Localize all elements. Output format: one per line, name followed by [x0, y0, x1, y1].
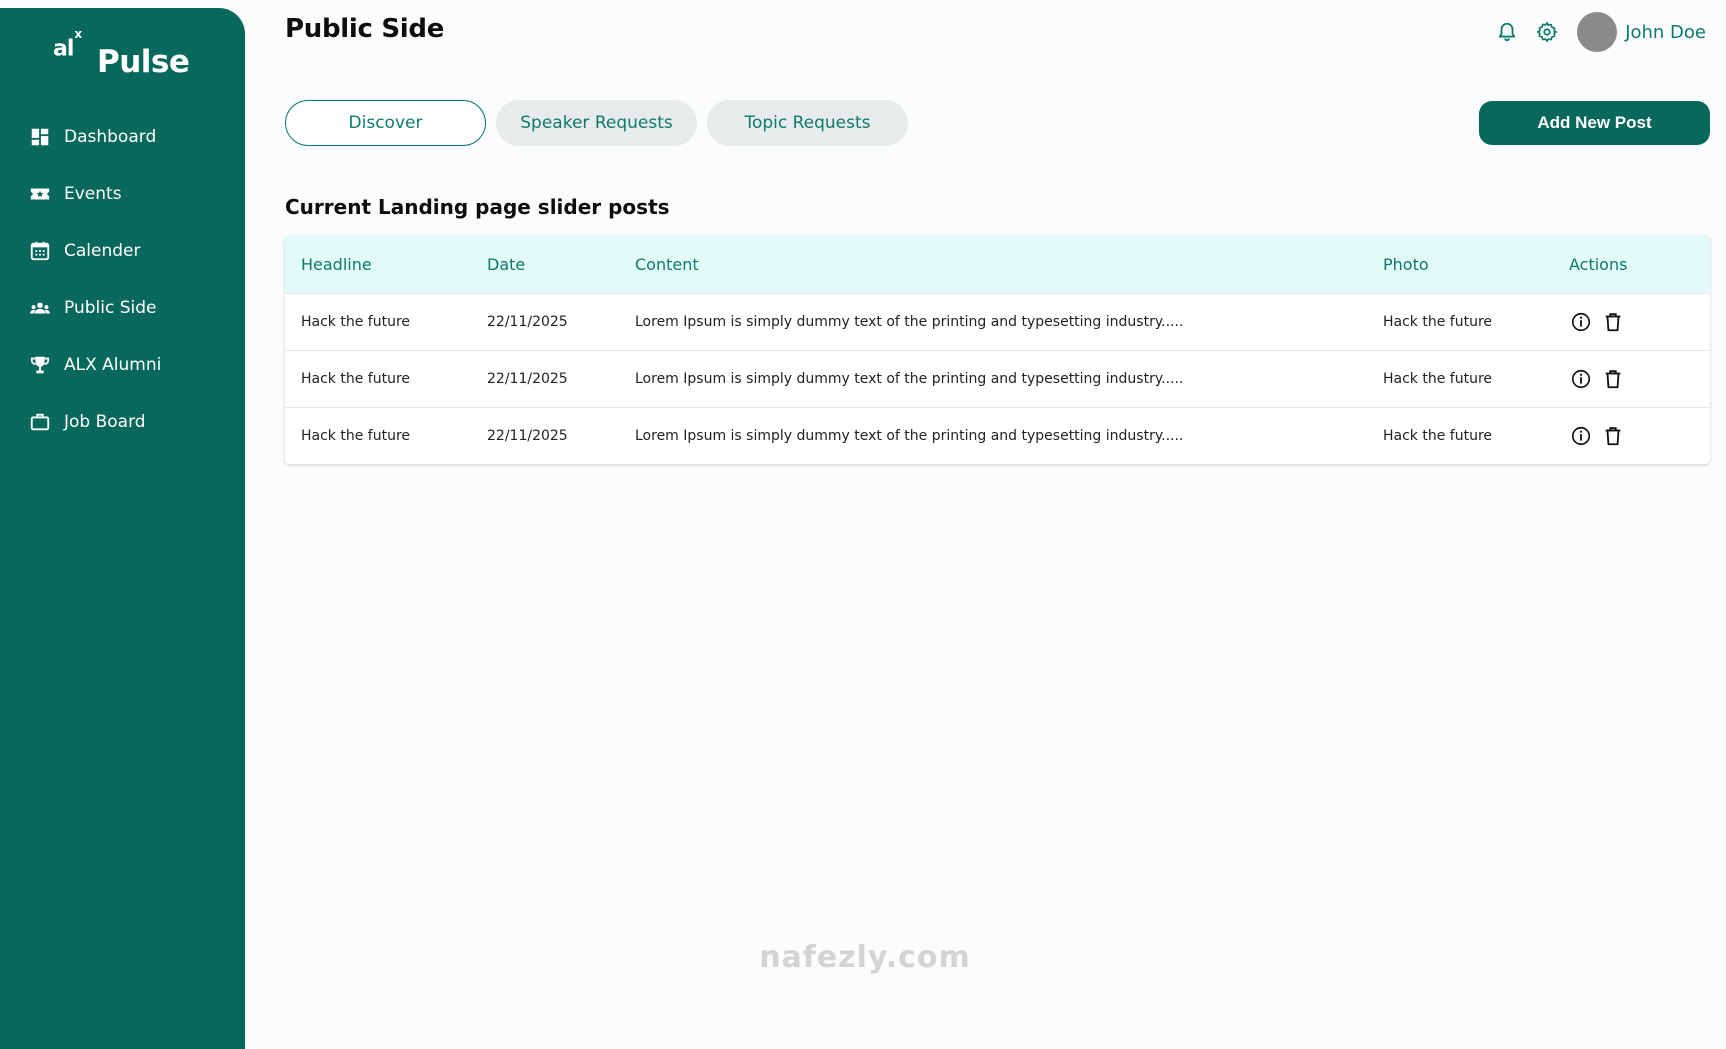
sidebar-item-label: Job Board — [64, 411, 146, 432]
column-header-actions: Actions — [1569, 254, 1628, 274]
briefcase-icon — [28, 410, 52, 434]
sidebar-item-job-board[interactable]: Job Board — [0, 393, 245, 450]
watermark: nafezly.com — [740, 940, 990, 975]
info-icon[interactable] — [1569, 310, 1593, 334]
column-header-content: Content — [635, 254, 699, 274]
trash-icon[interactable] — [1601, 367, 1625, 391]
sidebar-nav: Dashboard Events Calender Public Side AL… — [0, 108, 245, 450]
trash-icon[interactable] — [1601, 424, 1625, 448]
cell-photo: Hack the future — [1367, 292, 1553, 350]
page-title: Public Side — [285, 14, 445, 44]
info-icon[interactable] — [1569, 424, 1593, 448]
sidebar: alx Pulse Dashboard Events Calender Publ… — [0, 8, 245, 1049]
sidebar-item-label: Public Side — [64, 297, 157, 318]
dashboard-icon — [28, 125, 52, 149]
cell-headline: Hack the future — [285, 349, 471, 407]
sidebar-item-label: Calender — [64, 240, 141, 261]
cell-content: Lorem Ipsum is simply dummy text of the … — [619, 349, 1367, 407]
cell-date: 22/11/2025 — [471, 292, 619, 350]
sidebar-item-public-side[interactable]: Public Side — [0, 279, 245, 336]
info-icon[interactable] — [1569, 367, 1593, 391]
bell-icon[interactable] — [1495, 20, 1519, 44]
trophy-icon — [28, 353, 52, 377]
sidebar-item-label: Dashboard — [64, 126, 157, 147]
gear-icon[interactable] — [1535, 20, 1559, 44]
cell-date: 22/11/2025 — [471, 349, 619, 407]
cell-date: 22/11/2025 — [471, 406, 619, 464]
column-header-headline: Headline — [301, 254, 372, 274]
user-name[interactable]: John Doe — [1625, 22, 1706, 43]
cell-headline: Hack the future — [285, 406, 471, 464]
table-row: Hack the future 22/11/2025 Lorem Ipsum i… — [285, 349, 1710, 407]
tab-discover[interactable]: Discover — [285, 100, 486, 146]
sidebar-item-alx-alumni[interactable]: ALX Alumni — [0, 336, 245, 393]
tab-speaker-requests[interactable]: Speaker Requests — [496, 100, 697, 146]
alx-logo: alx — [53, 27, 82, 62]
avatar[interactable] — [1577, 12, 1618, 52]
cell-actions — [1553, 406, 1710, 464]
watermark-text: nafezly.com — [759, 940, 971, 975]
header-user-area: John Doe — [1495, 12, 1706, 52]
cell-content: Lorem Ipsum is simply dummy text of the … — [619, 406, 1367, 464]
cell-actions — [1553, 349, 1710, 407]
cell-content: Lorem Ipsum is simply dummy text of the … — [619, 292, 1367, 350]
sidebar-item-calender[interactable]: Calender — [0, 222, 245, 279]
ticket-icon — [28, 182, 52, 206]
calendar-icon — [28, 239, 52, 263]
sidebar-item-label: ALX Alumni — [64, 354, 162, 375]
sidebar-item-events[interactable]: Events — [0, 165, 245, 222]
tab-bar: Discover Speaker Requests Topic Requests — [285, 100, 918, 146]
column-header-photo: Photo — [1383, 254, 1429, 274]
trash-icon[interactable] — [1601, 310, 1625, 334]
table-row: Hack the future 22/11/2025 Lorem Ipsum i… — [285, 406, 1710, 464]
brand-name: Pulse — [97, 44, 190, 80]
tab-topic-requests[interactable]: Topic Requests — [707, 100, 908, 146]
posts-table: Headline Date Content Photo Actions Hack… — [285, 236, 1710, 464]
cell-actions — [1553, 292, 1710, 350]
sidebar-item-dashboard[interactable]: Dashboard — [0, 108, 245, 165]
table-row: Hack the future 22/11/2025 Lorem Ipsum i… — [285, 292, 1710, 350]
add-new-post-button[interactable]: Add New Post — [1479, 101, 1710, 145]
group-icon — [28, 296, 52, 320]
column-header-date: Date — [487, 254, 526, 274]
table-header-row: Headline Date Content Photo Actions — [285, 236, 1710, 293]
cell-headline: Hack the future — [285, 292, 471, 350]
sidebar-item-label: Events — [64, 183, 122, 204]
cell-photo: Hack the future — [1367, 406, 1553, 464]
section-title: Current Landing page slider posts — [285, 195, 670, 219]
cell-photo: Hack the future — [1367, 349, 1553, 407]
